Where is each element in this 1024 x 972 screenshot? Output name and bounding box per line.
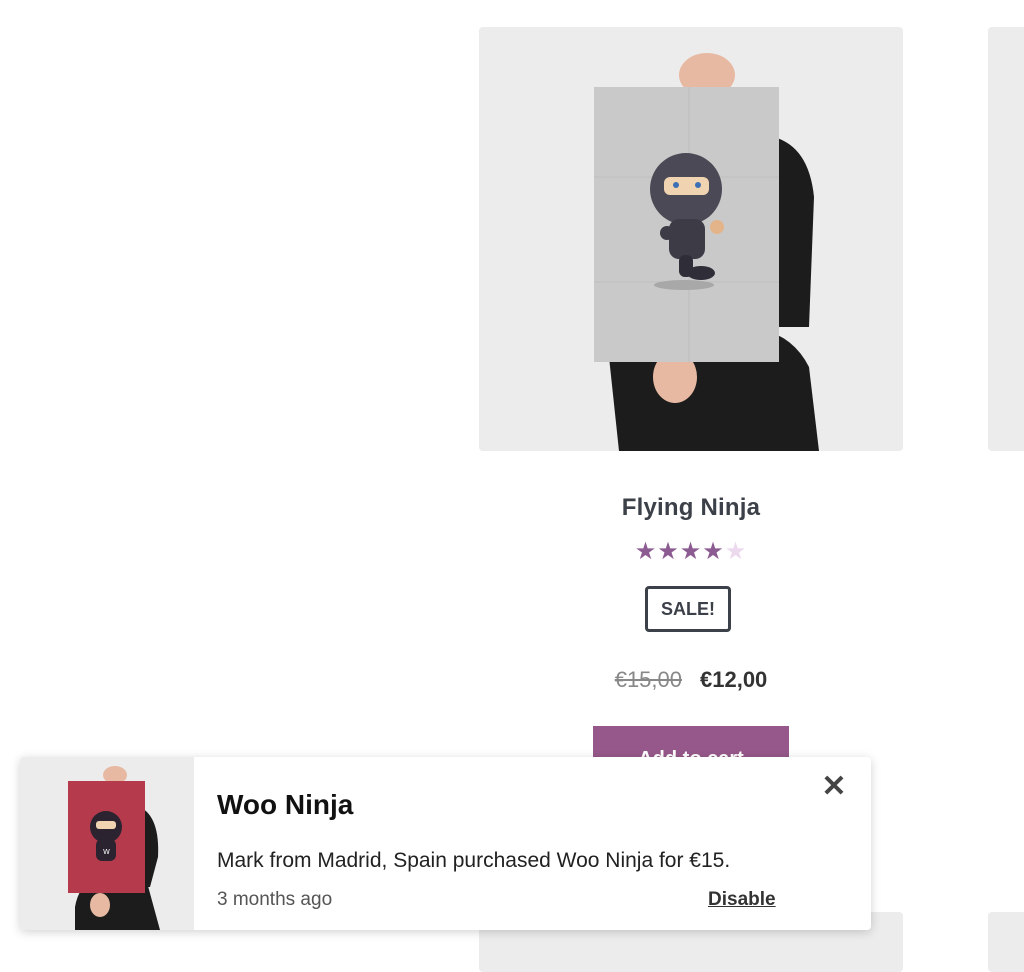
svg-text:W: W (103, 848, 110, 856)
close-icon[interactable]: ✕ (820, 772, 848, 802)
sales-notification-popup[interactable]: W Woo Ninja ✕ Mark from Madrid, Spain pu… (20, 757, 871, 930)
disable-link[interactable]: Disable (708, 889, 776, 911)
product-image[interactable] (479, 27, 903, 451)
product-title[interactable]: Flying Ninja (479, 494, 903, 522)
product-image-next-row-2[interactable] (988, 912, 1024, 972)
ninja-poster-image (479, 27, 903, 451)
sale-badge: SALE! (645, 586, 731, 632)
price-original: €15,00 (614, 667, 682, 692)
notification-title[interactable]: Woo Ninja (217, 789, 353, 821)
price-sale: €12,00 (700, 667, 768, 692)
woo-ninja-poster-image: W (20, 757, 194, 930)
next-product-image[interactable] (988, 27, 1024, 451)
notification-message: Mark from Madrid, Spain purchased Woo Ni… (217, 849, 731, 872)
star-rating: ★★★★★ (479, 537, 903, 567)
notification-timestamp: 3 months ago (217, 889, 333, 910)
price: €15,00 €12,00 (479, 667, 903, 693)
star-icon: ★ (657, 538, 680, 565)
star-icon: ★ (679, 538, 703, 565)
star-empty-icon: ★ (724, 538, 748, 565)
star-icon: ★ (634, 538, 658, 565)
star-icon: ★ (702, 538, 725, 565)
notification-product-image[interactable]: W (20, 757, 194, 930)
